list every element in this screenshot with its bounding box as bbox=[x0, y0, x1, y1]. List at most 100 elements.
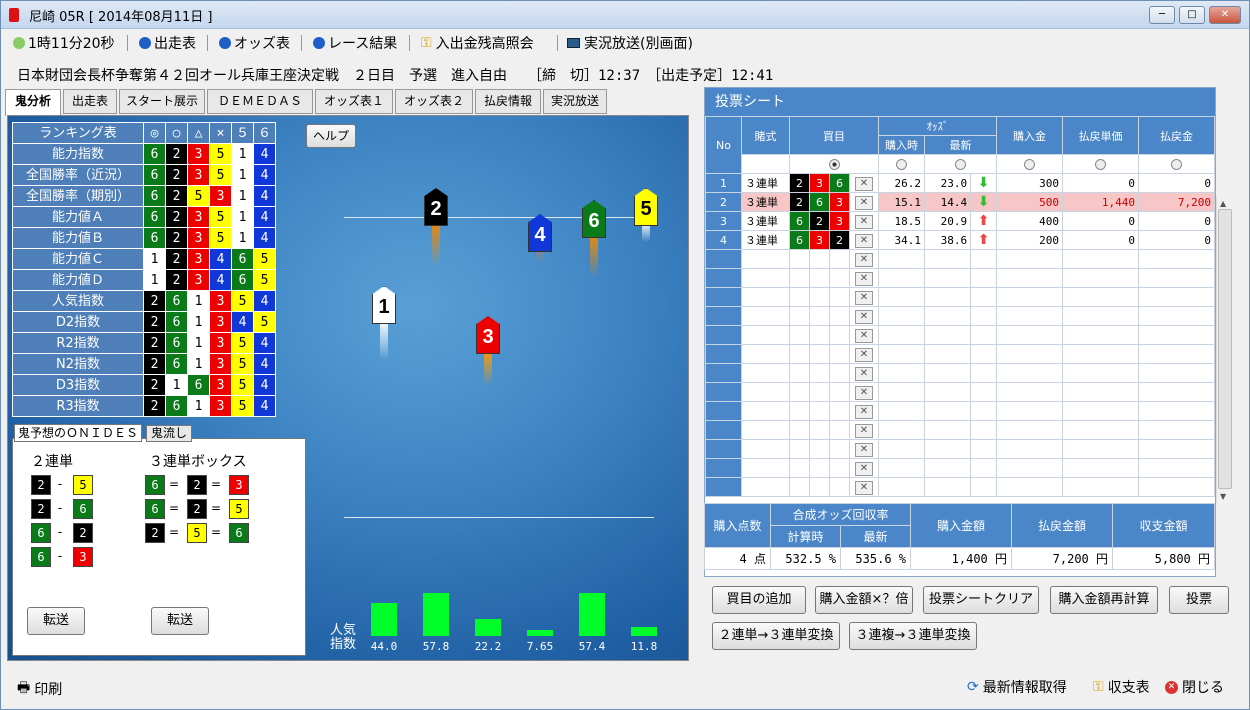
remove-row-button[interactable]: ✕ bbox=[855, 423, 873, 438]
tab-4[interactable]: オッズ表１ bbox=[315, 89, 393, 114]
tab-2[interactable]: スタート展示 bbox=[119, 89, 205, 114]
help-button[interactable]: ヘルプ bbox=[306, 124, 356, 148]
trio-to-trifecta-button[interactable]: ３連複→３連単変換 bbox=[849, 622, 977, 650]
maximize-button[interactable]: □ bbox=[1179, 6, 1205, 24]
recalc-amount-button[interactable]: 購入金額再計算 bbox=[1050, 586, 1158, 614]
remove-cell: ✕ bbox=[849, 268, 879, 288]
bet-row[interactable]: ✕ bbox=[705, 458, 1215, 478]
empty-cell bbox=[1138, 249, 1215, 269]
clear-sheet-button[interactable]: 投票シートクリア bbox=[923, 586, 1039, 614]
transfer-exacta-button[interactable]: 転送 bbox=[27, 607, 85, 635]
exacta-to-trifecta-button[interactable]: ２連単→３連単変換 bbox=[712, 622, 840, 650]
combo-boat: 3 bbox=[809, 173, 830, 193]
empty-cell bbox=[878, 477, 925, 497]
bet-row[interactable]: ✕ bbox=[705, 287, 1215, 307]
balance-inquiry-button[interactable]: ⚿ 入出金残高照会 bbox=[421, 33, 534, 53]
tab-onagashi[interactable]: 鬼流し bbox=[146, 425, 192, 442]
race-result-button[interactable]: レース結果 bbox=[313, 33, 397, 53]
bet-row[interactable]: ✕ bbox=[705, 420, 1215, 440]
sort-radio[interactable] bbox=[955, 159, 966, 170]
remove-cell: ✕ bbox=[849, 458, 879, 478]
remove-row-button[interactable]: ✕ bbox=[855, 366, 873, 381]
ranking-cell: 4 bbox=[209, 269, 232, 291]
remove-row-button[interactable]: ✕ bbox=[855, 290, 873, 305]
bet-row[interactable]: ✕ bbox=[705, 382, 1215, 402]
empty-cell bbox=[996, 268, 1063, 288]
bet-row[interactable]: ✕ bbox=[705, 401, 1215, 421]
popularity-value: 22.2 bbox=[474, 640, 502, 653]
sheet-scrollbar[interactable]: ▲ ▼ bbox=[1216, 197, 1233, 503]
bet-row[interactable]: 1 ３連単 2 3 6 ✕ 26.2 23.0 ⬇ 300 0 0 bbox=[705, 173, 1215, 193]
combo-boat: 2 bbox=[789, 192, 810, 212]
multiply-amount-button[interactable]: 購入金額×？倍 bbox=[815, 586, 913, 614]
remove-row-button[interactable]: ✕ bbox=[855, 480, 873, 495]
boat-number: 5 bbox=[640, 198, 652, 220]
tab-5[interactable]: オッズ表２ bbox=[395, 89, 473, 114]
bet-row[interactable]: ✕ bbox=[705, 306, 1215, 326]
remove-row-button[interactable]: ✕ bbox=[855, 347, 873, 362]
tab-6[interactable]: 払戻情報 bbox=[475, 89, 541, 114]
remove-row-button[interactable]: ✕ bbox=[855, 442, 873, 457]
bet-row[interactable]: 4 ３連単 6 3 2 ✕ 34.1 38.6 ⬆ 200 0 0 bbox=[705, 230, 1215, 250]
tab-7[interactable]: 実況放送 bbox=[543, 89, 607, 114]
remove-row-button[interactable]: ✕ bbox=[855, 195, 873, 210]
combo-boat bbox=[829, 325, 850, 345]
ranking-cell: 1 bbox=[165, 374, 188, 396]
tab-onides[interactable]: 鬼予想のＯＮＩＤＥＳ bbox=[14, 424, 142, 442]
sort-radio-cell bbox=[789, 154, 879, 174]
boat-3: 3 bbox=[476, 316, 500, 354]
remove-row-button[interactable]: ✕ bbox=[855, 271, 873, 286]
empty-cell bbox=[923, 249, 972, 269]
odds-table-button[interactable]: オッズ表 bbox=[219, 33, 290, 53]
close-window-button[interactable]: ✕ bbox=[1209, 6, 1241, 24]
minimize-button[interactable]: ─ bbox=[1149, 6, 1175, 24]
row-number bbox=[705, 306, 742, 326]
bet-row[interactable]: ✕ bbox=[705, 344, 1215, 364]
bet-type bbox=[741, 306, 790, 326]
vote-button[interactable]: 投票 bbox=[1169, 586, 1229, 614]
live-broadcast-button[interactable]: 実況放送(別画面) bbox=[567, 33, 693, 53]
boat-wake bbox=[484, 350, 492, 386]
tab-3[interactable]: ＤＥＭＥＤＡＳ bbox=[207, 89, 313, 114]
combo-boat bbox=[829, 382, 850, 402]
entry-list-button[interactable]: 出走表 bbox=[139, 33, 196, 53]
sort-radio[interactable] bbox=[1171, 159, 1182, 170]
combo-boat: 6 bbox=[31, 547, 51, 567]
tab-1[interactable]: 出走表 bbox=[63, 89, 117, 114]
bet-row[interactable]: 3 ３連単 6 2 3 ✕ 18.5 20.9 ⬆ 400 0 0 bbox=[705, 211, 1215, 231]
tab-0[interactable]: 鬼分析 bbox=[5, 89, 61, 116]
remove-row-button[interactable]: ✕ bbox=[855, 385, 873, 400]
bet-row[interactable]: 2 ３連単 2 6 3 ✕ 15.1 14.4 ⬇ 500 1,440 7,200 bbox=[705, 192, 1215, 212]
ranking-cell: 4 bbox=[253, 206, 276, 228]
bet-row[interactable]: ✕ bbox=[705, 477, 1215, 497]
sort-radio[interactable] bbox=[828, 159, 840, 170]
sort-radio[interactable] bbox=[1024, 159, 1035, 170]
bet-row[interactable]: ✕ bbox=[705, 363, 1215, 383]
bet-row[interactable]: ✕ bbox=[705, 439, 1215, 459]
print-button[interactable]: 🖶 印刷 bbox=[17, 677, 62, 701]
combo-boat: 3 bbox=[229, 475, 249, 495]
remove-row-button[interactable]: ✕ bbox=[855, 461, 873, 476]
transfer-trifecta-button[interactable]: 転送 bbox=[151, 607, 209, 635]
bet-row[interactable]: ✕ bbox=[705, 249, 1215, 269]
close-button[interactable]: ✕ 閉じる bbox=[1165, 677, 1224, 697]
remove-row-button[interactable]: ✕ bbox=[855, 309, 873, 324]
bet-row[interactable]: ✕ bbox=[705, 268, 1215, 288]
remove-row-button[interactable]: ✕ bbox=[855, 328, 873, 343]
remove-cell: ✕ bbox=[849, 249, 879, 269]
remove-row-button[interactable]: ✕ bbox=[855, 176, 873, 191]
bet-row[interactable]: ✕ bbox=[705, 325, 1215, 345]
empty-cell bbox=[878, 268, 925, 288]
empty-cell bbox=[970, 287, 997, 307]
remove-row-button[interactable]: ✕ bbox=[855, 233, 873, 248]
ledger-button[interactable]: ⚿ 収支表 bbox=[1093, 677, 1150, 697]
remove-row-button[interactable]: ✕ bbox=[855, 214, 873, 229]
remove-row-button[interactable]: ✕ bbox=[855, 404, 873, 419]
sort-radio[interactable] bbox=[896, 159, 907, 170]
refresh-button[interactable]: ⟳ 最新情報取得 bbox=[967, 677, 1067, 697]
remove-row-button[interactable]: ✕ bbox=[855, 252, 873, 267]
bet-type bbox=[741, 401, 790, 421]
sort-radio[interactable] bbox=[1095, 159, 1106, 170]
remove-cell: ✕ bbox=[849, 306, 879, 326]
add-combo-button[interactable]: 買目の追加 bbox=[712, 586, 806, 614]
